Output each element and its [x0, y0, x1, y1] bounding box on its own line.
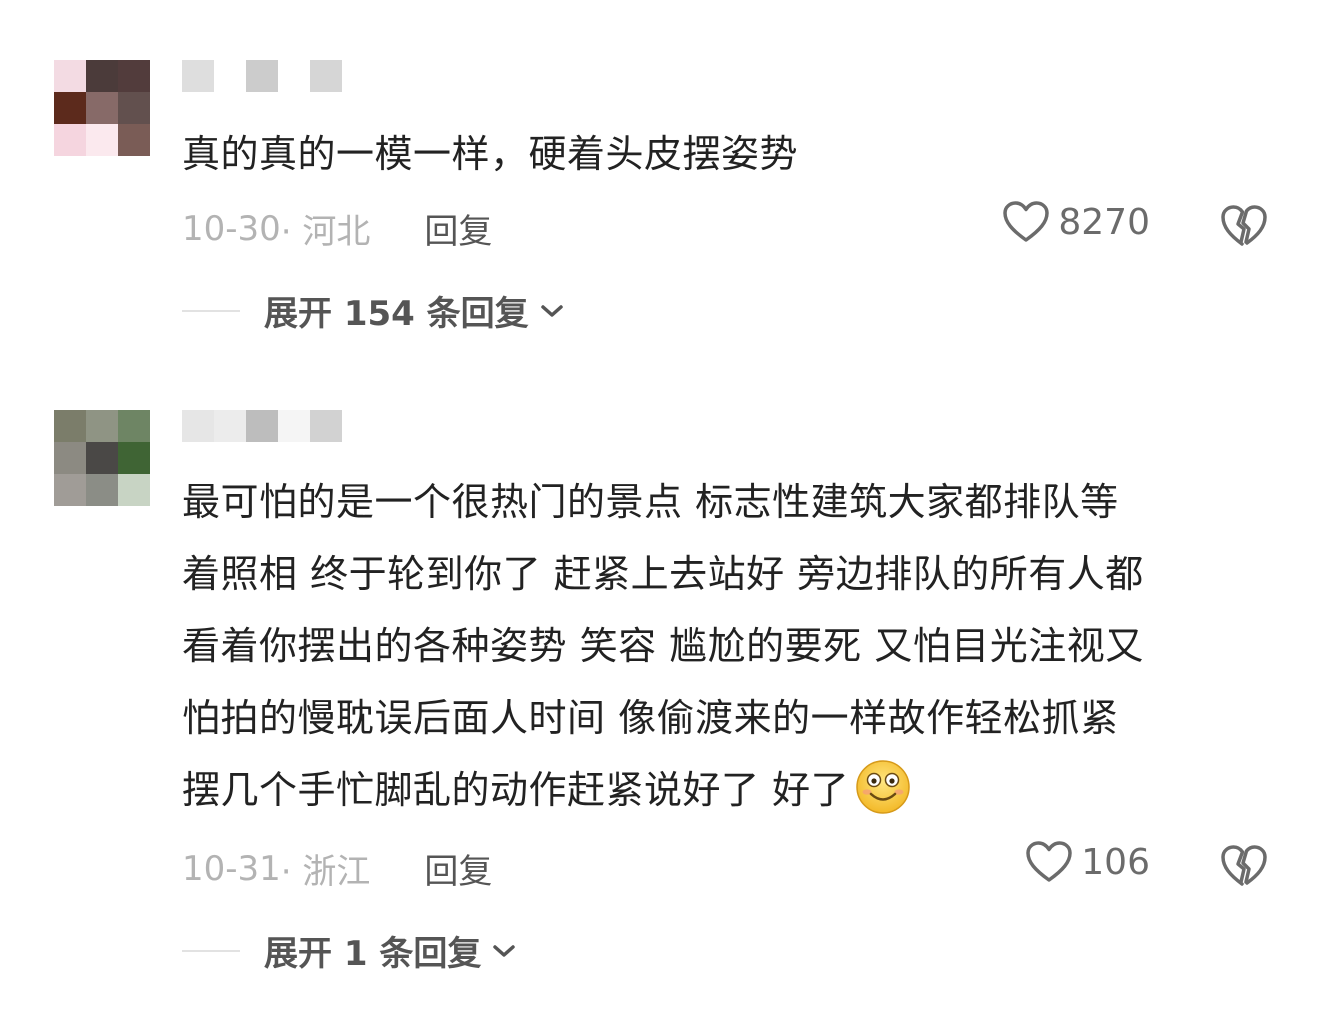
avatar-pixel	[118, 410, 150, 442]
avatar-pixel	[54, 92, 86, 124]
avatar-pixel	[86, 474, 118, 506]
username-pixel	[214, 410, 246, 442]
smile-emoji-icon	[856, 760, 910, 814]
username-blurred[interactable]	[182, 410, 342, 442]
username-pixel	[310, 60, 342, 92]
comment-date: 10-30	[182, 208, 281, 249]
avatar[interactable]	[54, 410, 150, 506]
avatar-pixel	[118, 124, 150, 156]
chevron-down-icon	[493, 944, 516, 957]
divider-line	[182, 949, 240, 952]
avatar-pixel	[86, 124, 118, 156]
expand-replies-button[interactable]: 展开 1 条回复	[182, 926, 517, 975]
comment-text-line: 怕拍的慢耽误后面人时间 像偷渡来的一样故作轻松抓紧	[182, 696, 1119, 740]
broken-heart-icon[interactable]	[1220, 842, 1268, 890]
expand-replies-label: 展开 154 条回复	[264, 294, 529, 334]
avatar-pixel	[118, 92, 150, 124]
heart-icon	[1026, 841, 1073, 882]
comment-text-line: 摆几个手忙脚乱的动作赶紧说好了 好了	[182, 754, 1282, 826]
username-pixel	[278, 60, 310, 92]
avatar-pixel	[54, 410, 86, 442]
comment-date: 10-31	[182, 848, 281, 889]
avatar-pixel	[54, 474, 86, 506]
username-blurred[interactable]	[182, 60, 342, 92]
avatar-pixel	[86, 92, 118, 124]
comment-meta: 10-31 · 浙江 回复	[182, 844, 492, 893]
expand-replies-button[interactable]: 展开 154 条回复	[182, 286, 565, 335]
comment-text-line: 最可怕的是一个很热门的景点 标志性建筑大家都排队等	[182, 480, 1119, 524]
avatar-pixel	[54, 60, 86, 92]
username-pixel	[182, 60, 214, 92]
avatar-pixel	[118, 474, 150, 506]
like-count: 106	[1081, 841, 1150, 883]
comment-text-line: 看着你摆出的各种姿势 笑容 尴尬的要死 又怕目光注视又	[182, 624, 1144, 668]
avatar-pixel	[86, 60, 118, 92]
divider-line	[182, 309, 240, 312]
comment-location: · 浙江	[280, 852, 371, 892]
username-pixel	[246, 60, 278, 92]
username-pixel	[310, 410, 342, 442]
avatar-pixel	[54, 124, 86, 156]
reply-button[interactable]: 回复	[424, 844, 492, 893]
comment-text-line-text: 摆几个手忙脚乱的动作赶紧说好了 好了	[182, 768, 850, 812]
like-button[interactable]: 8270	[1002, 200, 1150, 244]
comment-text: 最可怕的是一个很热门的景点 标志性建筑大家都排队等 着照相 终于轮到你了 赶紧上…	[182, 466, 1282, 826]
comment-text-line: 着照相 终于轮到你了 赶紧上去站好 旁边排队的所有人都	[182, 552, 1144, 596]
like-count: 8270	[1058, 201, 1150, 243]
comment-meta: 10-30 · 河北 回复	[182, 204, 492, 253]
comment-location: · 河北	[280, 212, 371, 252]
avatar-pixel	[86, 410, 118, 442]
heart-icon	[1003, 201, 1050, 242]
comment-list: 真的真的一模一样，硬着头皮摆姿势 10-30 · 河北 回复 8270 展开 1…	[0, 0, 1320, 1010]
chevron-down-icon	[540, 304, 563, 317]
comment-text: 真的真的一模一样，硬着头皮摆姿势	[182, 132, 799, 176]
reply-button[interactable]: 回复	[424, 204, 492, 253]
username-pixel	[214, 60, 246, 92]
avatar-pixel	[118, 442, 150, 474]
expand-replies-label: 展开 1 条回复	[264, 934, 482, 974]
username-pixel	[182, 410, 214, 442]
username-pixel	[278, 410, 310, 442]
like-button[interactable]: 106	[1025, 840, 1150, 884]
broken-heart-icon[interactable]	[1220, 202, 1268, 250]
avatar-pixel	[118, 60, 150, 92]
avatar-pixel	[86, 442, 118, 474]
avatar[interactable]	[54, 60, 150, 156]
avatar-pixel	[54, 442, 86, 474]
username-pixel	[246, 410, 278, 442]
